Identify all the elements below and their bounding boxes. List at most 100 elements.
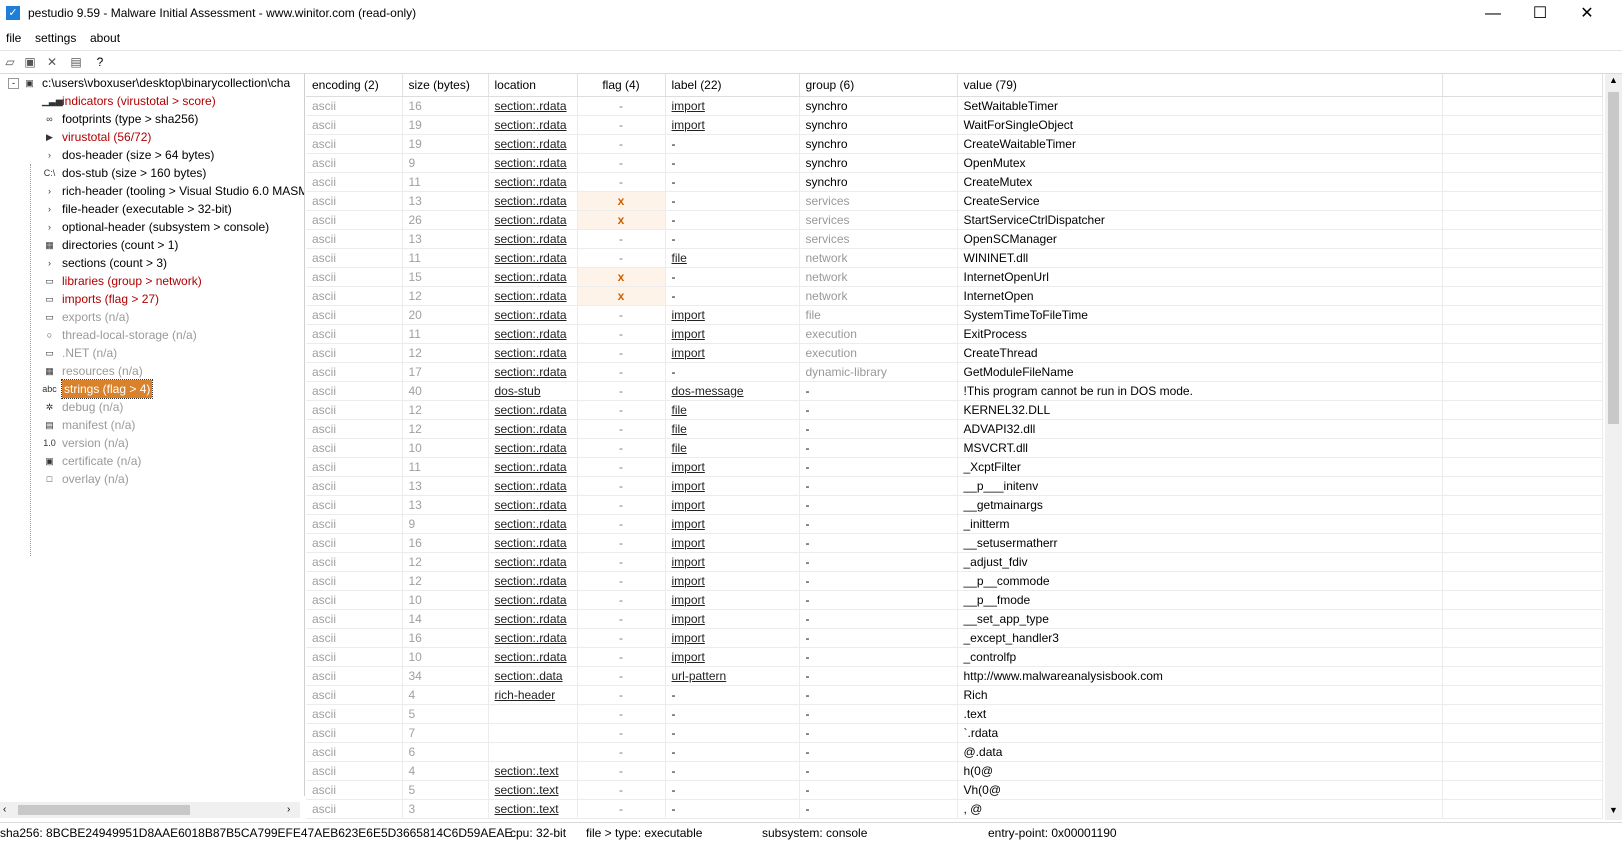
cell-label-link[interactable]: url-pattern bbox=[672, 669, 727, 683]
table-row[interactable]: ascii 9 section:.rdata - import - _initterm bbox=[306, 514, 1603, 534]
cell-location-link[interactable]: section:.rdata bbox=[495, 365, 567, 379]
cell-location-link[interactable]: section:.rdata bbox=[495, 194, 567, 208]
tree-item[interactable]: › optional-header (subsystem > console) bbox=[0, 218, 304, 236]
table-row[interactable]: ascii 11 section:.rdata - import - _XcptFilter bbox=[306, 457, 1603, 477]
minimize-button[interactable]: — bbox=[1470, 0, 1516, 28]
col-value[interactable]: value (79) bbox=[957, 74, 1443, 97]
cell-label-link[interactable]: import bbox=[672, 498, 705, 512]
cell-location-link[interactable]: section:.rdata bbox=[495, 403, 567, 417]
cell-location-link[interactable]: section:.rdata bbox=[495, 555, 567, 569]
table-row[interactable]: ascii 10 section:.rdata - import - _controlfp bbox=[306, 647, 1603, 667]
cell-label-link[interactable]: import bbox=[672, 460, 705, 474]
table-row[interactable]: ascii 12 section:.rdata - import execution Cre… bbox=[306, 343, 1603, 363]
col-location[interactable]: location bbox=[488, 74, 578, 97]
scroll-up-icon[interactable]: ▲ bbox=[1609, 75, 1618, 85]
cell-location-link[interactable]: section:.rdata bbox=[495, 574, 567, 588]
table-row[interactable]: ascii 12 section:.rdata x - network InternetOp… bbox=[306, 286, 1603, 306]
tree-item[interactable]: › dos-header (size > 64 bytes) bbox=[0, 146, 304, 164]
cell-location-link[interactable]: section:.rdata bbox=[495, 251, 567, 265]
cell-label-link[interactable]: import bbox=[672, 536, 705, 550]
tree-item[interactable]: ▁▃▅ indicators (virustotal > score) bbox=[0, 92, 304, 110]
table-row[interactable]: ascii 10 section:.rdata - import - __p__fmode bbox=[306, 590, 1603, 610]
scroll-right-icon[interactable]: › bbox=[287, 802, 290, 818]
scroll-down-icon[interactable]: ▼ bbox=[1609, 805, 1618, 815]
cell-label-link[interactable]: import bbox=[672, 650, 705, 664]
cell-label-link[interactable]: import bbox=[672, 308, 705, 322]
tree-item[interactable]: ▶ virustotal (56/72) bbox=[0, 128, 304, 146]
cell-location-link[interactable]: section:.text bbox=[495, 764, 559, 778]
cell-label-link[interactable]: import bbox=[672, 479, 705, 493]
cell-location-link[interactable]: section:.text bbox=[495, 783, 559, 797]
tree-item[interactable]: □ overlay (n/a) bbox=[0, 470, 304, 488]
cell-location-link[interactable]: section:.rdata bbox=[495, 213, 567, 227]
col-flag[interactable]: flag (4) bbox=[577, 74, 666, 97]
cell-location-link[interactable]: section:.rdata bbox=[495, 327, 567, 341]
table-row[interactable]: ascii 14 section:.rdata - import - __set_app_t… bbox=[306, 609, 1603, 629]
cell-location-link[interactable]: section:.rdata bbox=[495, 137, 567, 151]
cell-label-link[interactable]: file bbox=[672, 422, 687, 436]
collapse-icon[interactable]: - bbox=[8, 78, 19, 89]
cell-location-link[interactable]: section:.rdata bbox=[495, 460, 567, 474]
menu-settings[interactable]: settings bbox=[35, 31, 76, 45]
tree-item[interactable]: ▦ resources (n/a) bbox=[0, 362, 304, 380]
maximize-button[interactable]: ☐ bbox=[1517, 0, 1563, 28]
cell-location-link[interactable]: rich-header bbox=[495, 688, 556, 702]
cell-location-link[interactable]: section:.rdata bbox=[495, 175, 567, 189]
table-row[interactable]: ascii 4 rich-header - - - Rich bbox=[306, 685, 1603, 705]
cell-location-link[interactable]: section:.rdata bbox=[495, 156, 567, 170]
cell-location-link[interactable]: section:.data bbox=[495, 669, 563, 683]
cell-location-link[interactable]: section:.rdata bbox=[495, 289, 567, 303]
tree-horizontal-scrollbar[interactable]: ‹ › bbox=[0, 802, 300, 818]
table-row[interactable]: ascii 13 section:.rdata - import - __getmainar… bbox=[306, 495, 1603, 515]
cell-label-link[interactable]: import bbox=[672, 99, 705, 113]
table-row[interactable]: ascii 12 section:.rdata - file - KERNEL32.DLL bbox=[306, 400, 1603, 420]
save-icon[interactable]: ▣ bbox=[22, 54, 38, 70]
tree-item[interactable]: ▭ exports (n/a) bbox=[0, 308, 304, 326]
table-row[interactable]: ascii 11 section:.rdata - file network WININET… bbox=[306, 248, 1603, 268]
table-row[interactable]: ascii 11 section:.rdata - - synchro CreateMute… bbox=[306, 172, 1603, 192]
list-icon[interactable]: ▤ bbox=[68, 54, 84, 70]
tree-item[interactable]: ▣ - c:\users\vboxuser\desktop\binarycollec… bbox=[0, 74, 304, 92]
table-row[interactable]: ascii 12 section:.rdata - import - _adjust_fdi… bbox=[306, 552, 1603, 572]
col-size[interactable]: size (bytes) bbox=[402, 74, 489, 97]
table-row[interactable]: ascii 12 section:.rdata - file - ADVAPI32.dll bbox=[306, 419, 1603, 439]
tree-item[interactable]: ▭ libraries (group > network) bbox=[0, 272, 304, 290]
tree-item[interactable]: › sections (count > 3) bbox=[0, 254, 304, 272]
table-row[interactable]: ascii 15 section:.rdata x - network InternetOp… bbox=[306, 267, 1603, 287]
table-row[interactable]: ascii 6- - - @.data bbox=[306, 742, 1603, 762]
cell-location-link[interactable]: section:.rdata bbox=[495, 498, 567, 512]
cell-location-link[interactable]: dos-stub bbox=[495, 384, 541, 398]
delete-icon[interactable]: ✕ bbox=[44, 54, 60, 70]
table-row[interactable]: ascii 19 section:.rdata - - synchro CreateWait… bbox=[306, 134, 1603, 154]
table-row[interactable]: ascii 13 section:.rdata x - services CreateSer… bbox=[306, 191, 1603, 211]
cell-label-link[interactable]: import bbox=[672, 517, 705, 531]
table-row[interactable]: ascii 20 section:.rdata - import file SystemTi… bbox=[306, 305, 1603, 325]
cell-location-link[interactable]: section:.rdata bbox=[495, 422, 567, 436]
cell-location-link[interactable]: section:.text bbox=[495, 802, 559, 816]
cell-location-link[interactable]: section:.rdata bbox=[495, 612, 567, 626]
open-icon[interactable]: ▱ bbox=[2, 54, 18, 70]
table-vertical-scrollbar[interactable]: ▲ ▼ bbox=[1605, 74, 1622, 820]
table-row[interactable]: ascii 13 section:.rdata - import - __p___inite… bbox=[306, 476, 1603, 496]
tree-item[interactable]: ▦ directories (count > 1) bbox=[0, 236, 304, 254]
cell-label-link[interactable]: import bbox=[672, 346, 705, 360]
cell-label-link[interactable]: import bbox=[672, 327, 705, 341]
table-row[interactable]: ascii 10 section:.rdata - file - MSVCRT.dll bbox=[306, 438, 1603, 458]
tree-item[interactable]: ∞ footprints (type > sha256) bbox=[0, 110, 304, 128]
cell-label-link[interactable]: import bbox=[672, 593, 705, 607]
table-row[interactable]: ascii 19 section:.rdata - import synchro WaitF… bbox=[306, 115, 1603, 135]
cell-location-link[interactable]: section:.rdata bbox=[495, 441, 567, 455]
cell-location-link[interactable]: section:.rdata bbox=[495, 99, 567, 113]
table-row[interactable]: ascii 16 section:.rdata - import synchro SetWa… bbox=[306, 96, 1603, 116]
table-row[interactable]: ascii 4 section:.text - - - h(0@ bbox=[306, 761, 1603, 781]
tree-item[interactable]: ○ thread-local-storage (n/a) bbox=[0, 326, 304, 344]
table-row[interactable]: ascii 9 section:.rdata - - synchro OpenMutex bbox=[306, 153, 1603, 173]
cell-location-link[interactable]: section:.rdata bbox=[495, 631, 567, 645]
table-row[interactable]: ascii 40 dos-stub - dos-message - !This progra… bbox=[306, 381, 1603, 401]
cell-label-link[interactable]: import bbox=[672, 631, 705, 645]
cell-location-link[interactable]: section:.rdata bbox=[495, 650, 567, 664]
cell-location-link[interactable]: section:.rdata bbox=[495, 593, 567, 607]
col-group[interactable]: group (6) bbox=[799, 74, 958, 97]
scroll-left-icon[interactable]: ‹ bbox=[3, 802, 6, 818]
table-row[interactable]: ascii 12 section:.rdata - import - __p__commod… bbox=[306, 571, 1603, 591]
